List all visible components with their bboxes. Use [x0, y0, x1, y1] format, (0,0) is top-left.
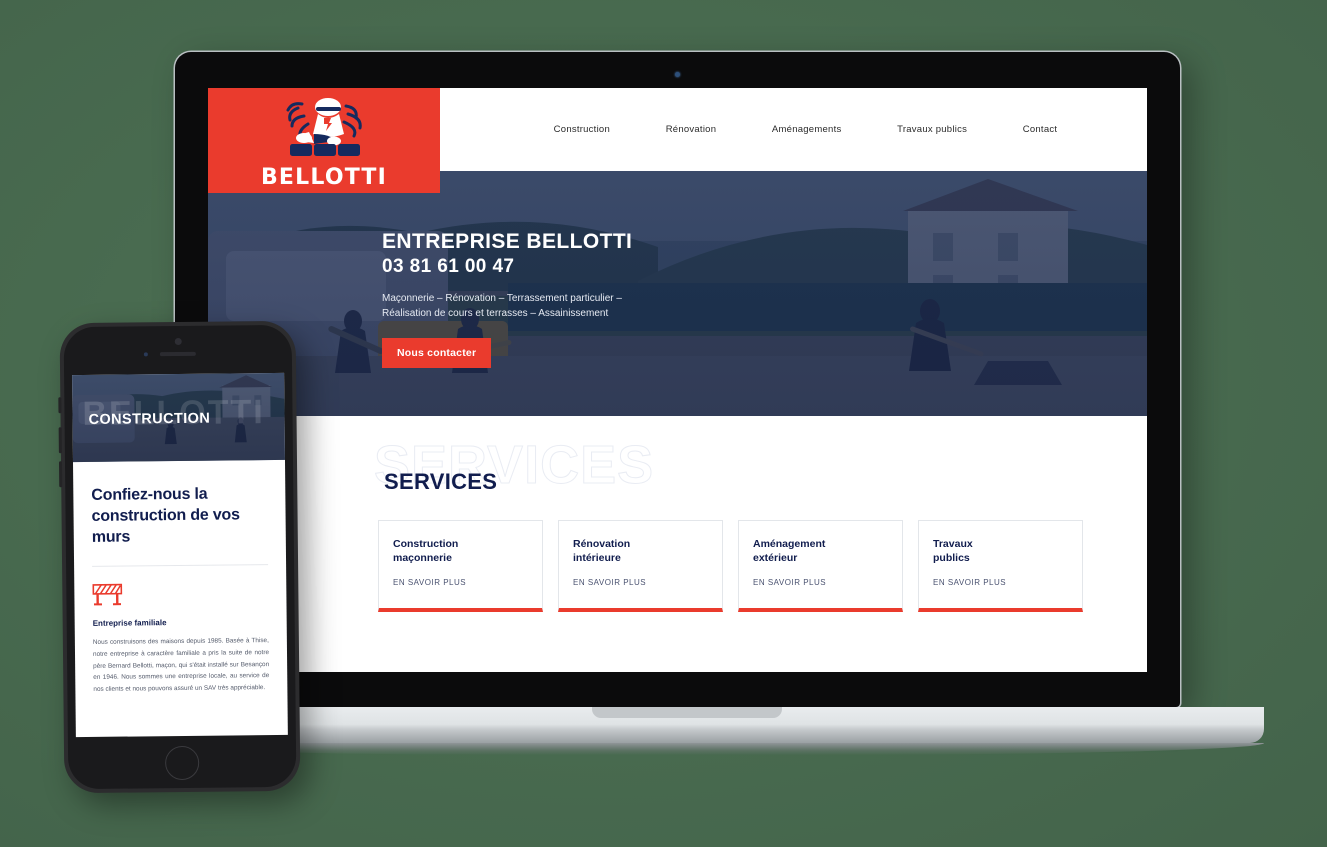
nav-item-renovation[interactable]: Rénovation [666, 124, 717, 135]
phone-volume-down-button[interactable] [58, 461, 63, 488]
service-card-title: Travaux publics [933, 538, 973, 565]
phone-divider [92, 564, 269, 568]
phone-body-text: Nous construisons des maisons depuis 198… [92, 637, 270, 693]
phone-volume-up-button[interactable] [58, 427, 62, 454]
service-card-title: Aménagement extérieur [753, 538, 826, 565]
site-header: BELLOTTI Construction Rénovation Aménage… [208, 88, 1147, 193]
phone-hero-title: CONSTRUCTION [88, 410, 211, 428]
phone-content-body: Confiez-nous la construction de vos murs… [73, 460, 287, 696]
service-card-link[interactable]: EN SAVOIR PLUS [753, 578, 888, 587]
laptop-lid: BELLOTTI Construction Rénovation Aménage… [175, 52, 1180, 707]
service-card-construction-maconnerie[interactable]: Construction maçonnerie EN SAVOIR PLUS [378, 520, 543, 612]
construction-barrier-icon [92, 584, 123, 606]
mason-laying-bricks-icon [286, 98, 362, 156]
phone-mute-switch[interactable] [58, 397, 62, 414]
service-card-link[interactable]: EN SAVOIR PLUS [933, 578, 1068, 587]
service-card-amenagement-exterieur[interactable]: Aménagement extérieur EN SAVOIR PLUS [738, 520, 903, 612]
phone-earpiece-speaker [159, 351, 196, 357]
contact-cta-button[interactable]: Nous contacter [382, 337, 492, 368]
nav-item-amenagements[interactable]: Aménagements [772, 124, 842, 135]
service-card-renovation-interieure[interactable]: Rénovation intérieure EN SAVOIR PLUS [558, 520, 723, 612]
services-title: SERVICES [384, 469, 498, 494]
phone-screen: BELLOTTI CONSTRUCTION Confiez-nous la co… [72, 372, 288, 738]
nav-item-contact[interactable]: Contact [1023, 124, 1058, 135]
site-logo[interactable]: BELLOTTI [208, 88, 440, 193]
laptop-screen: BELLOTTI Construction Rénovation Aménage… [208, 88, 1147, 672]
services-heading-group: SERVICES SERVICES [373, 438, 1083, 516]
nav-item-construction[interactable]: Construction [554, 124, 610, 135]
service-card-link[interactable]: EN SAVOIR PLUS [573, 578, 708, 587]
nav-item-travaux-publics[interactable]: Travaux publics [897, 124, 967, 135]
hero-section: ENTREPRISE BELLOTTI 03 81 61 00 47 Maçon… [208, 171, 1147, 416]
webcam-icon [675, 72, 680, 77]
hero-title: ENTREPRISE BELLOTTI [382, 230, 633, 253]
main-navigation: Construction Rénovation Aménagements Tra… [440, 124, 1147, 135]
logo-wordmark: BELLOTTI [260, 165, 388, 190]
phone-proximity-sensor-icon [143, 352, 148, 357]
services-section: SERVICES SERVICES Construction maçonneri… [208, 416, 1147, 672]
laptop-mockup: BELLOTTI Construction Rénovation Aménage… [110, 52, 1327, 755]
service-card-title: Construction maçonnerie [393, 538, 459, 565]
hero-content: ENTREPRISE BELLOTTI 03 81 61 00 47 Maçon… [382, 229, 632, 368]
service-card-travaux-publics[interactable]: Travaux publics EN SAVOIR PLUS [918, 520, 1083, 612]
phone-hero-section: BELLOTTI CONSTRUCTION [72, 372, 285, 463]
phone-home-button[interactable] [164, 745, 200, 781]
phone-subheading: Entreprise familiale [92, 618, 167, 629]
hero-overlay [208, 171, 1147, 416]
phone-page-heading: Confiez-nous la construction de vos murs [91, 485, 240, 546]
service-card-link[interactable]: EN SAVOIR PLUS [393, 578, 528, 587]
phone-front-camera-icon [174, 337, 182, 346]
hero-subtitle-line-1: Maçonnerie – Rénovation – Terrassement p… [382, 292, 622, 304]
hero-phone-number: 03 81 61 00 47 [382, 255, 515, 277]
phone-mockup: BELLOTTI CONSTRUCTION Confiez-nous la co… [58, 320, 301, 794]
hero-subtitle-line-2: Réalisation de cours et terrasses – Assa… [382, 308, 609, 320]
service-card-title: Rénovation intérieure [573, 538, 631, 565]
services-card-grid: Construction maçonnerie EN SAVOIR PLUS R… [378, 520, 1083, 612]
